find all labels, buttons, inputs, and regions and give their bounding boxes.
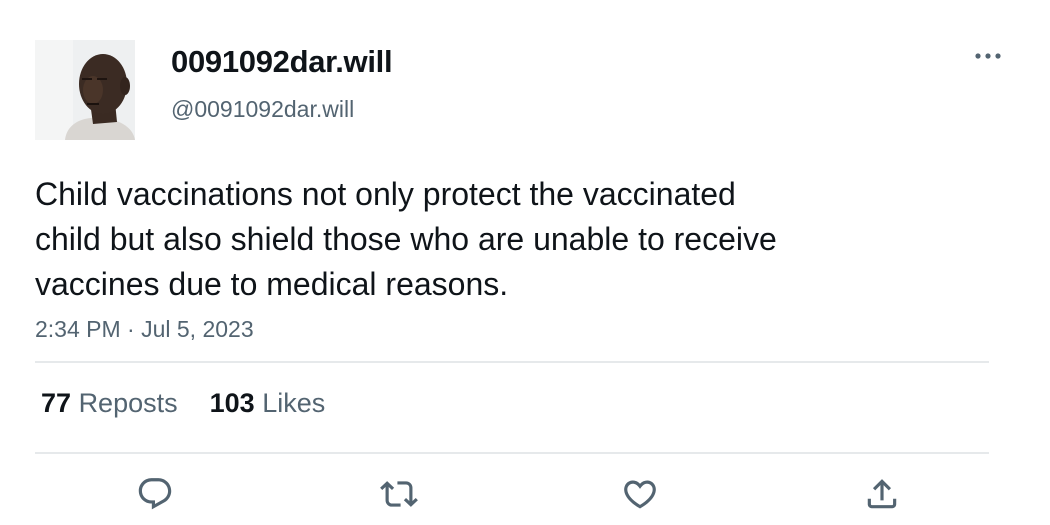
repost-icon	[380, 481, 418, 507]
repost-button[interactable]	[379, 474, 419, 514]
heart-icon	[624, 480, 656, 509]
reposts-stat[interactable]: 77 Reposts	[41, 388, 178, 419]
engagement-stats: 77 Reposts 103 Likes	[41, 388, 325, 419]
reposts-label: Reposts	[78, 388, 178, 418]
likes-stat[interactable]: 103 Likes	[210, 388, 326, 419]
author-display-name[interactable]: 0091092dar.will	[171, 44, 393, 80]
reply-icon	[138, 478, 172, 510]
tweet-card: 0091092dar.will @0091092dar.will Child v…	[0, 0, 1050, 525]
tweet-timestamp[interactable]: 2:34 PM · Jul 5, 2023	[35, 316, 254, 343]
action-bar	[0, 474, 1050, 514]
author-handle[interactable]: @0091092dar.will	[171, 96, 354, 123]
divider	[35, 361, 989, 363]
share-icon	[867, 479, 897, 509]
avatar[interactable]	[35, 40, 135, 140]
tweet-text: Child vaccinations not only protect the …	[35, 176, 777, 302]
more-icon	[975, 53, 1001, 59]
divider	[35, 452, 989, 454]
likes-count: 103	[209, 388, 255, 418]
share-button[interactable]	[862, 474, 902, 514]
reposts-count: 77	[41, 388, 72, 418]
avatar-photo	[35, 40, 135, 140]
reply-button[interactable]	[135, 474, 175, 514]
more-options-button[interactable]	[972, 42, 1004, 70]
like-button[interactable]	[620, 474, 660, 514]
likes-label: Likes	[262, 388, 326, 418]
